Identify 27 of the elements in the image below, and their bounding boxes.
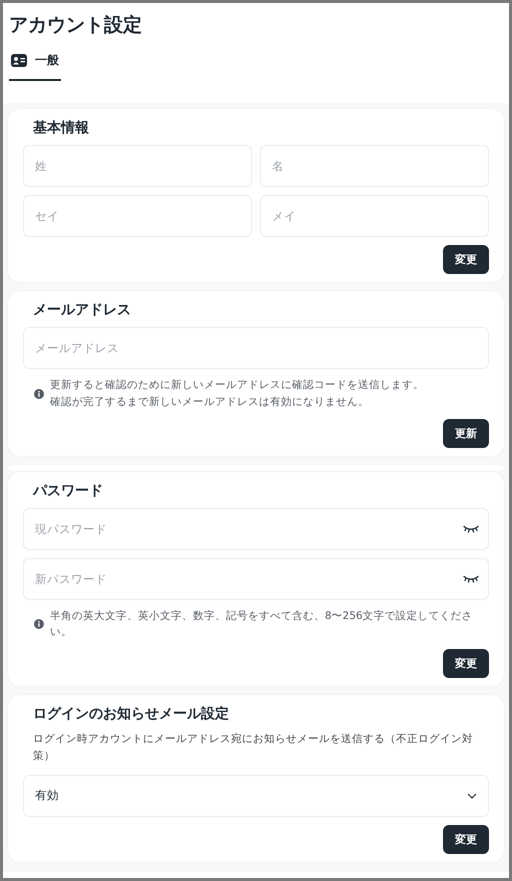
section-title: ログインのお知らせメール設定 bbox=[33, 705, 230, 724]
submit-button[interactable]: 変更 bbox=[443, 245, 489, 274]
text-field[interactable]: メールアドレス bbox=[23, 327, 489, 369]
password-field[interactable]: 現パスワード bbox=[23, 508, 489, 550]
section-title: 基本情報 bbox=[33, 119, 90, 137]
chevron-down-icon bbox=[467, 792, 477, 799]
info-note: 更新すると確認のために新しいメールアドレスに確認コードを送信します。 確認が完了するまで新しいメールアドレスは有効になりません。 bbox=[50, 378, 424, 410]
text-field[interactable]: 名 bbox=[260, 145, 489, 187]
closed-eye-icon[interactable] bbox=[463, 574, 479, 583]
page-title: アカウント設定 bbox=[8, 13, 143, 38]
info-icon bbox=[34, 619, 44, 630]
section-description: ログイン時アカウントにメールアドレス宛にお知らせメールを送信する（不正ログイン対策） bbox=[33, 732, 474, 764]
submit-button[interactable]: 更新 bbox=[443, 418, 489, 448]
text-field[interactable]: メイ bbox=[260, 195, 489, 237]
section-title: メールアドレス bbox=[33, 301, 132, 319]
tab[interactable]: 一般 bbox=[9, 48, 61, 81]
submit-button[interactable]: 変更 bbox=[443, 649, 489, 678]
text-field[interactable]: 姓 bbox=[23, 145, 252, 187]
text-field[interactable]: セイ bbox=[23, 195, 252, 237]
dropdown[interactable]: 有効 bbox=[23, 774, 489, 817]
closed-eye-icon[interactable] bbox=[463, 524, 479, 533]
password-field[interactable]: 新パスワード bbox=[23, 558, 489, 600]
info-note: 半角の英大文字、英小文字、数字、記号をすべて含む、8〜256文字で設定してください。 bbox=[50, 608, 474, 640]
info-icon bbox=[34, 388, 44, 399]
id-card-icon bbox=[11, 54, 27, 67]
submit-button[interactable]: 変更 bbox=[443, 824, 489, 854]
section-title: パスワード bbox=[33, 482, 104, 500]
